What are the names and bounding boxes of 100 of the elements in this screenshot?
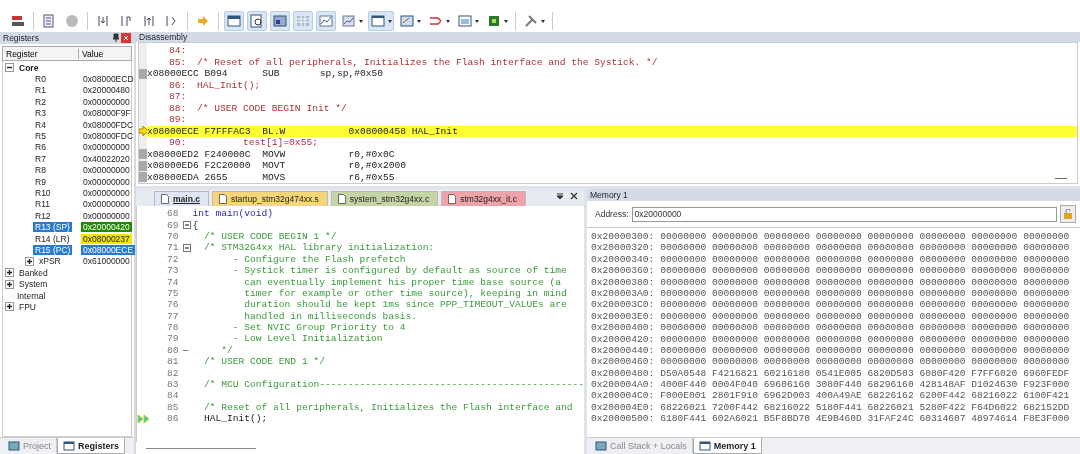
memory-address: 0x200003C0: (591, 299, 655, 311)
column-header[interactable]: Register (3, 48, 79, 59)
memory-word: 00000000 (660, 310, 707, 323)
lock-icon (1064, 209, 1072, 219)
memory-word: 4E9B460D (815, 413, 862, 425)
register-name[interactable]: R3 (33, 108, 48, 119)
register-value: 0x20000420 (81, 222, 132, 233)
memory-address: 0x200004A0: (591, 379, 655, 391)
caret-icon (388, 19, 392, 23)
line-number: 73 (166, 265, 180, 277)
memory-word: 00000000 (971, 344, 1018, 357)
toolbar-button[interactable] (368, 11, 394, 31)
memory-address: 0x20000300: (591, 231, 655, 243)
panel-tab[interactable]: Registers (57, 438, 126, 454)
register-name[interactable]: xPSR (37, 256, 63, 267)
memory-word: F8E3F000 (1023, 413, 1070, 425)
expand-icon[interactable] (5, 279, 14, 289)
register-name[interactable]: R6 (33, 142, 48, 153)
memory-word: 00000000 (660, 242, 707, 254)
memory-address: 0x200003E0: (591, 310, 655, 323)
code-line: - Systick timer is configured by default as source of time (231, 265, 567, 277)
line-number: 75 (166, 287, 180, 299)
memory-word: 6962D003 (763, 390, 810, 402)
register-value: 0x20000480 (82, 85, 131, 96)
register-name[interactable]: FPU (17, 301, 38, 312)
register-name[interactable]: R13 (SP) (33, 222, 72, 233)
assembly-line: x08000EDA 2655 MOVS r6,#0x55 (147, 171, 395, 183)
register-value: 0x00000000 (82, 199, 131, 210)
close-icon (570, 192, 578, 200)
caret-icon (417, 19, 421, 23)
toolbar-button[interactable] (247, 11, 267, 31)
register-name[interactable]: R15 (PC) (33, 244, 73, 255)
register-value: 0x40022020 (82, 153, 131, 164)
line-number: 83 (166, 379, 180, 391)
register-name[interactable]: R2 (33, 96, 48, 107)
file-tab[interactable]: system_stm32g4xx.c (330, 191, 439, 206)
address-field[interactable]: 0x20000000 (631, 206, 1057, 222)
memory-word: 00000000 (712, 265, 759, 277)
register-name[interactable]: Banked (17, 267, 50, 278)
file-tab[interactable]: startup_stm32g474xx.s (211, 191, 328, 206)
register-value: 0x08000237 (81, 233, 132, 244)
toolbar-button[interactable] (270, 11, 290, 31)
memory-word: 00000000 (971, 231, 1018, 243)
register-name[interactable]: R14 (LR) (33, 233, 72, 244)
memory-word: 00000000 (712, 333, 759, 345)
memory-word: 00000000 (1023, 344, 1070, 357)
memory-word: 00000000 (867, 310, 914, 323)
register-name[interactable]: R1 (33, 85, 48, 96)
register-name[interactable]: R8 (33, 165, 48, 176)
memory-word: 00000000 (919, 276, 966, 288)
expand-icon[interactable] (5, 268, 14, 278)
register-name[interactable]: R4 (33, 119, 48, 130)
caret-icon (475, 19, 479, 23)
register-value: 0x08000ECD (82, 74, 135, 85)
memory-word: 00000000 (1023, 242, 1070, 254)
memory-word: 6100F421 (1023, 390, 1070, 402)
register-name[interactable]: R5 (33, 131, 48, 142)
source-line: /* USER CODE BEGIN Init */ (197, 102, 347, 114)
memory-word: 68226021 (867, 401, 914, 414)
memory-word: F64D6022 (971, 401, 1018, 414)
source-line: test[1]=0x55; (242, 137, 318, 149)
line-number: 86: (169, 79, 188, 91)
register-name[interactable]: R7 (33, 153, 48, 164)
memory-word: 48974614 (971, 413, 1018, 425)
register-name[interactable]: R12 (33, 210, 53, 221)
file-icon (218, 194, 227, 204)
source-line: /* Reset of all peripherals, Initializes the Flash interface and the Systick. */ (197, 56, 658, 68)
register-value: 0x08000F9F (82, 108, 132, 119)
scrollbar[interactable] (146, 447, 256, 449)
panel-tab[interactable]: Memory 1 (692, 438, 762, 454)
memory-word: 00000000 (919, 310, 966, 323)
register-name[interactable]: R11 (33, 199, 52, 210)
column-header[interactable]: Value (79, 48, 104, 59)
memory-address: 0x20000480: (591, 367, 655, 380)
memory-word: 00000000 (712, 242, 759, 254)
register-name[interactable]: Internal (15, 290, 48, 301)
memory-word: 00000000 (815, 310, 862, 323)
memory-word: 00000000 (712, 231, 759, 243)
register-name[interactable]: R10 (33, 188, 53, 198)
memory-word: 31FAF24C (867, 413, 914, 425)
memory-word: 00000000 (971, 310, 1018, 323)
register-name[interactable]: R9 (33, 176, 48, 187)
memory-word: 00000000 (971, 242, 1018, 254)
line-number: 79 (166, 333, 180, 345)
register-name[interactable]: Core (17, 62, 41, 73)
executed-mark-icon (139, 68, 147, 79)
toolbar-button[interactable] (224, 11, 244, 31)
window-icon (226, 13, 242, 29)
expand-icon[interactable] (5, 302, 14, 312)
collapse-icon[interactable] (5, 63, 14, 73)
register-name[interactable]: System (17, 279, 50, 290)
memory-word: 00000000 (815, 333, 862, 345)
line-number: 84: (169, 45, 188, 57)
expand-icon[interactable] (25, 256, 34, 266)
file-tab[interactable]: stm32g4xx_it.c (441, 191, 526, 206)
panel-title: Memory 1 (590, 190, 628, 200)
register-name[interactable]: R0 (33, 74, 48, 85)
file-tab[interactable]: main.c (154, 191, 209, 206)
line-number: 71 (166, 242, 180, 254)
memory-word: 00000000 (1023, 299, 1070, 311)
